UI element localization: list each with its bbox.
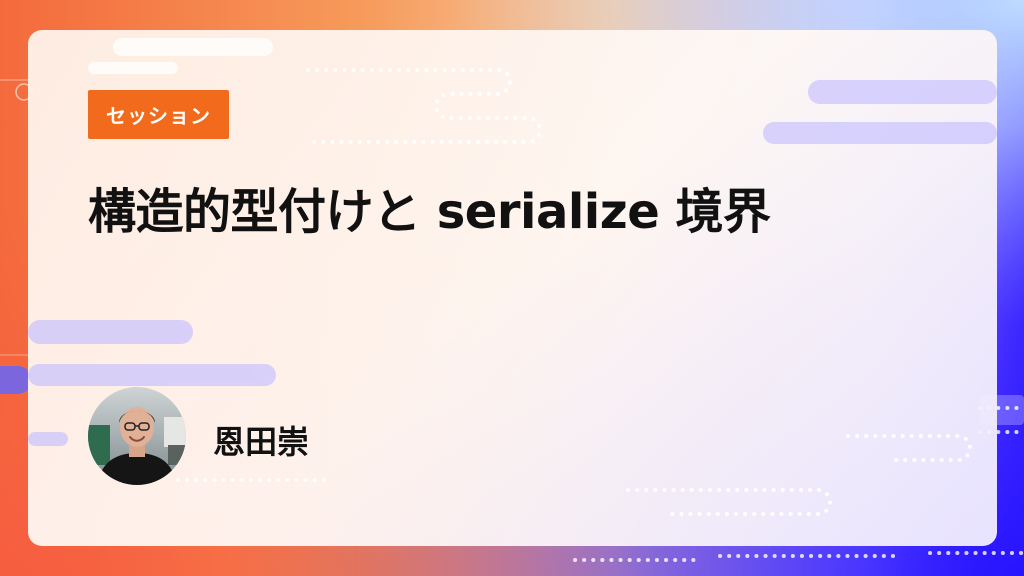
session-badge: セッション (88, 90, 229, 139)
speaker-photo-icon (88, 387, 186, 485)
session-card: セッション 構造的型付けと serialize 境界 恩田崇 (28, 30, 997, 546)
speaker-name: 恩田崇 (213, 423, 310, 461)
speaker-avatar (88, 387, 186, 485)
session-title: 構造的型付けと serialize 境界 (88, 184, 771, 240)
